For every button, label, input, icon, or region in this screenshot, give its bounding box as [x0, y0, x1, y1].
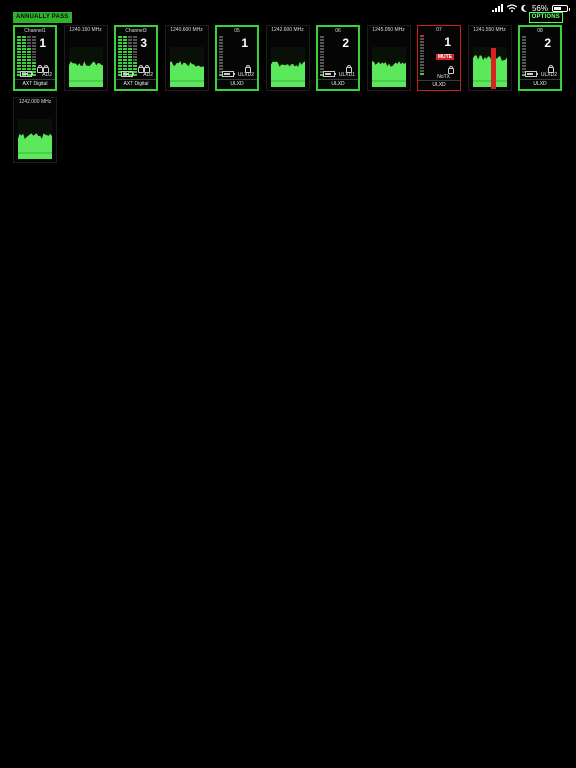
device-model: ULXD: [418, 80, 460, 88]
rf-spectrum-graph: [270, 61, 305, 87]
group-number: 1: [444, 35, 451, 49]
audio-meter-bar: [320, 36, 324, 76]
lock-icon: [37, 65, 43, 73]
audio-meters: [219, 36, 223, 76]
device-model: ULXD: [520, 79, 560, 87]
audio-meters: [17, 36, 36, 76]
options-button[interactable]: OPTIONS: [528, 12, 563, 23]
device-model: ULXD: [217, 79, 257, 87]
group-number: 2: [342, 36, 349, 50]
group-number: 1: [241, 36, 248, 50]
channel-card[interactable]: 08 2 ULXD2 ULXD: [518, 25, 562, 91]
group-number: 1: [39, 36, 46, 50]
rf-plot: [472, 47, 507, 87]
rf-scan-card[interactable]: 1241.550 MHz: [467, 25, 512, 91]
card-header: Channel3: [125, 28, 147, 34]
audio-meter-bar: [27, 36, 31, 76]
lock-icon: [245, 65, 251, 73]
rf-spectrum-graph: [68, 61, 103, 87]
rf-scan-card[interactable]: 1245.050 MHz: [366, 25, 411, 91]
channel-card[interactable]: 06 2 ULXD1 ULXD: [316, 25, 360, 91]
card-header: 1245.050 MHz: [372, 27, 405, 33]
rf-spectrum-graph: [18, 133, 52, 159]
lock-icon: [448, 66, 454, 74]
battery-level-icon: [20, 71, 33, 77]
audio-meter-bar: [420, 35, 424, 75]
card-header: 07: [436, 27, 442, 33]
rf-plot: [68, 47, 103, 87]
card-header: 06: [335, 28, 341, 34]
audio-meter-bar: [22, 36, 26, 76]
rf-plot: [18, 119, 52, 159]
channel-card[interactable]: 05 1 ULXD2 ULXD: [215, 25, 259, 91]
lock-icon: [43, 65, 49, 73]
rf-plot: [270, 47, 305, 87]
audio-meter-bar: [219, 36, 223, 76]
audio-meter-bar: [123, 36, 127, 76]
device-model: AXT Digital: [116, 79, 156, 87]
card-header: 1242.000 MHz: [18, 99, 52, 105]
rf-scan-card[interactable]: 1240.150 MHz: [63, 25, 108, 91]
group-number: 3: [140, 36, 147, 50]
lock-icon: [548, 65, 554, 73]
card-header: 1240.600 MHz: [170, 27, 203, 33]
rf-spectrum-graph: [472, 55, 507, 87]
card-header: 08: [537, 28, 543, 34]
audio-meter-bar: [128, 36, 132, 76]
moon-icon: [521, 4, 527, 12]
channel-card[interactable]: Channel3 3 AD2 AXT Digital: [114, 25, 158, 91]
battery-level-icon: [323, 71, 336, 77]
rf-spectrum-graph: [371, 61, 406, 87]
audio-meters: [420, 35, 424, 75]
battery-level-icon: [525, 71, 538, 77]
rf-scan-card[interactable]: 1240.600 MHz: [164, 25, 209, 91]
battery-icon: [552, 4, 570, 12]
annual-pass-button[interactable]: ANNUALLY PASS: [13, 12, 72, 23]
audio-meter-bar: [32, 36, 36, 76]
card-header: 05: [234, 28, 240, 34]
audio-meter-bar: [522, 36, 526, 76]
rf-plot: [371, 47, 406, 87]
cellular-signal-icon: [491, 4, 503, 12]
audio-meters: [522, 36, 526, 76]
device-model: ULXD: [318, 79, 358, 87]
audio-meters: [320, 36, 324, 76]
mute-indicator: MUTE: [435, 54, 454, 60]
battery-level-icon: [121, 71, 134, 77]
battery-level-icon: [222, 71, 235, 77]
rf-plot: [169, 47, 204, 87]
card-header: 1242.600 MHz: [271, 27, 304, 33]
audio-meter-bar: [118, 36, 122, 76]
rf-spectrum-graph: [169, 61, 204, 87]
card-header: 1241.550 MHz: [473, 27, 506, 33]
lock-icon: [144, 65, 150, 73]
lock-icon: [346, 65, 352, 73]
audio-meter-bar: [133, 36, 137, 76]
audio-meter-bar: [17, 36, 21, 76]
device-model: AXT Digital: [15, 79, 55, 87]
card-header: Channel1: [24, 28, 46, 34]
rf-scan-card[interactable]: 1242.600 MHz: [265, 25, 310, 91]
rf-peak-marker: [490, 48, 496, 89]
lock-icon: [138, 65, 144, 73]
card-header: 1240.150 MHz: [69, 27, 102, 33]
channel-card[interactable]: Channel1 1 AD2 AXT Digital: [13, 25, 57, 91]
channel-card[interactable]: 07 1 MUTE NoTX ULXD: [417, 25, 461, 91]
wifi-icon: [506, 4, 517, 12]
group-number: 2: [544, 36, 551, 50]
rf-scan-card[interactable]: 1242.000 MHz: [13, 97, 57, 163]
audio-meters: [118, 36, 137, 76]
